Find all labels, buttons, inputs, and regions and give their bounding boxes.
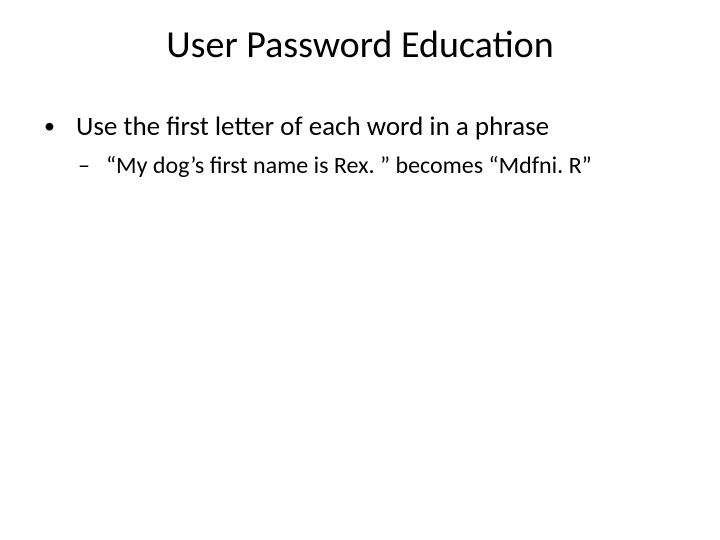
sub-bullet-item: – “My dog’s first name is Rex. ” becomes… [40,150,680,181]
slide-title: User Password Education [0,22,720,68]
slide-content: • Use the first letter of each word in a… [0,110,720,181]
sub-bullet-text: “My dog’s first name is Rex. ” becomes “… [106,150,592,181]
bullet-marker-icon: • [40,110,76,142]
bullet-text: Use the first letter of each word in a p… [76,110,549,144]
slide: User Password Education • Use the first … [0,0,720,540]
bullet-item: • Use the first letter of each word in a… [40,110,680,144]
dash-marker-icon: – [76,150,106,181]
